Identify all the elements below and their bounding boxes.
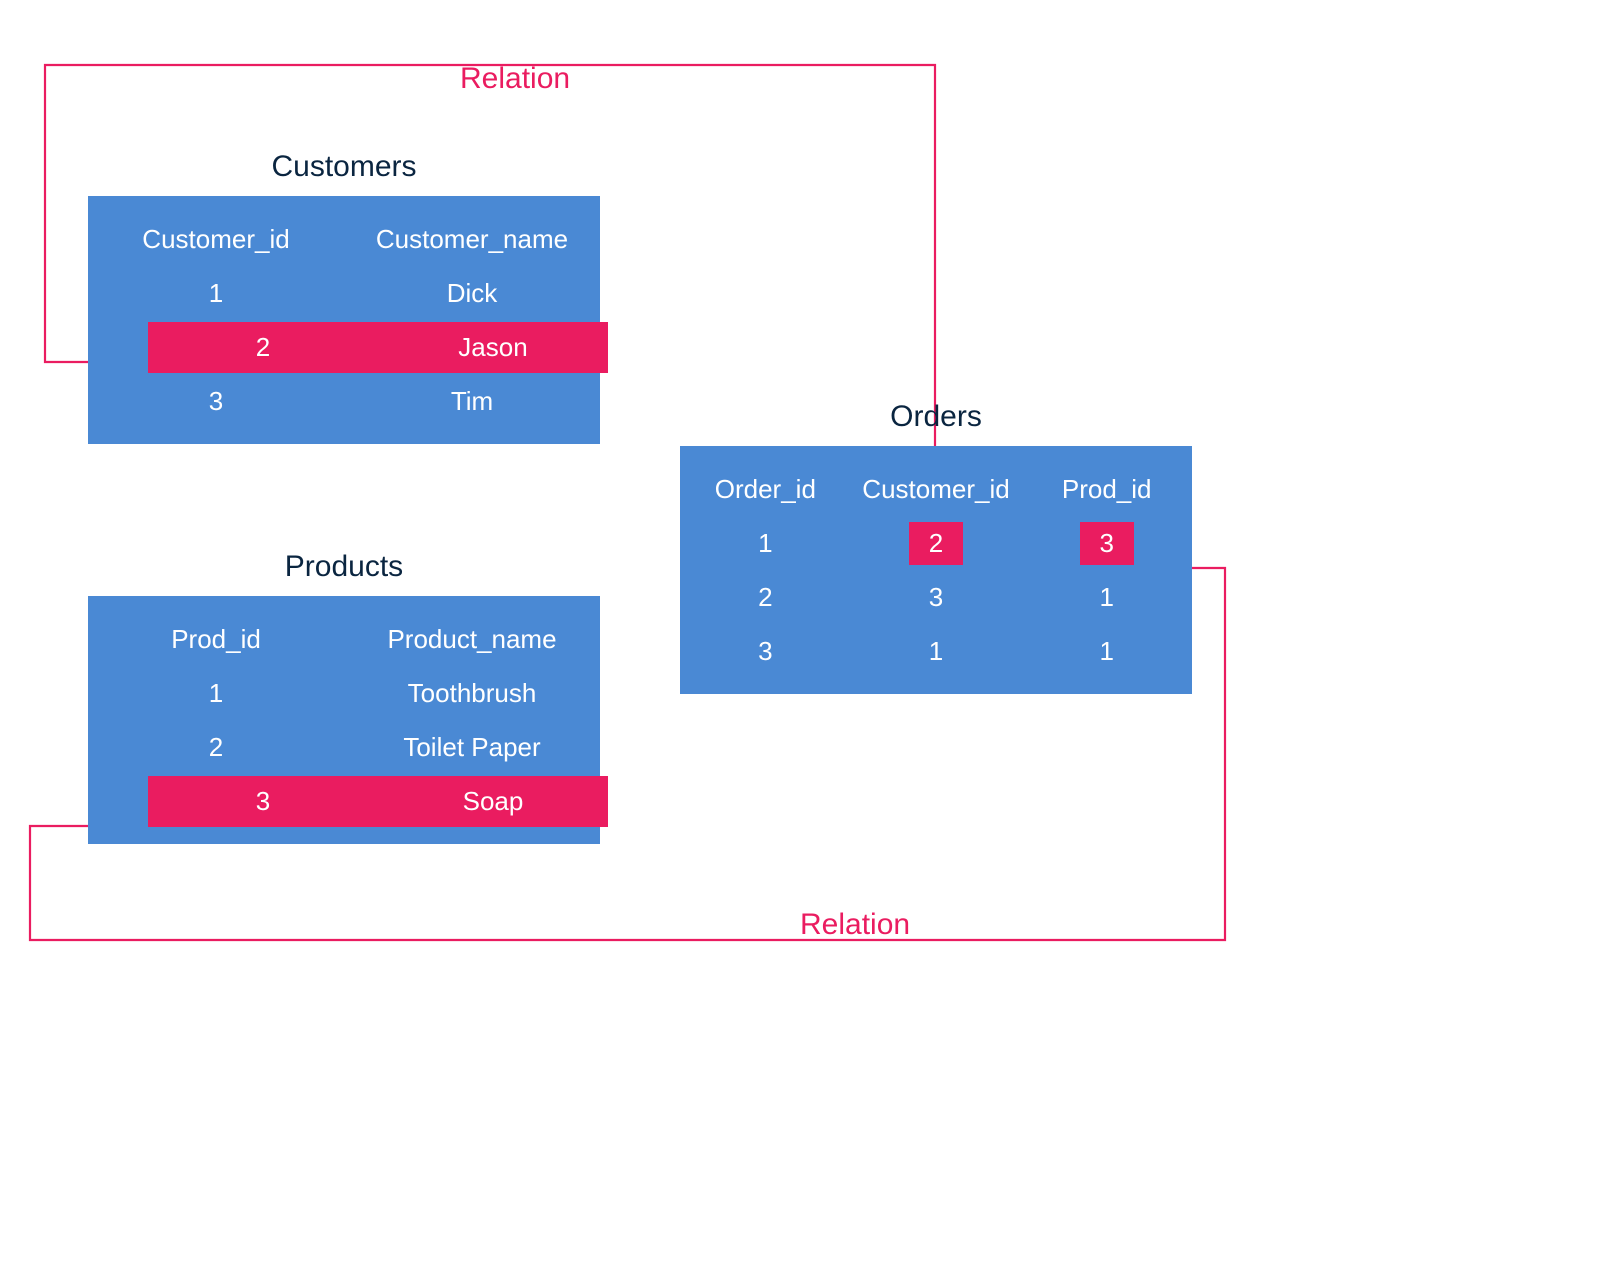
- col-header: Customer_id: [851, 474, 1022, 505]
- col-header: Order_id: [680, 474, 851, 505]
- col-header: Customer_name: [344, 224, 600, 255]
- products-table-wrap: Products Prod_id Product_name 1 Toothbru…: [88, 550, 600, 844]
- cell: 1: [680, 528, 851, 559]
- col-header: Product_name: [344, 624, 600, 655]
- relation-label-bottom: Relation: [800, 908, 910, 942]
- cell: 2: [88, 732, 344, 763]
- table-row-highlighted: 3 Soap: [148, 774, 608, 828]
- cell-highlighted: 2: [851, 522, 1022, 565]
- cell-highlighted: 3: [1021, 522, 1192, 565]
- cell: Toothbrush: [344, 678, 600, 709]
- orders-title: Orders: [680, 400, 1192, 434]
- products-header: Prod_id Product_name: [88, 612, 600, 666]
- cell: 3: [148, 776, 378, 827]
- products-table: Prod_id Product_name 1 Toothbrush 2 Toil…: [88, 596, 600, 844]
- table-row: 2 3 1: [680, 570, 1192, 624]
- cell: 3: [851, 582, 1022, 613]
- cell: 2: [148, 322, 378, 373]
- customers-title: Customers: [88, 150, 600, 184]
- cell: 2: [680, 582, 851, 613]
- col-header: Prod_id: [1021, 474, 1192, 505]
- cell: 1: [1021, 582, 1192, 613]
- table-row: 1 Toothbrush: [88, 666, 600, 720]
- cell: 1: [1021, 636, 1192, 667]
- col-header: Prod_id: [88, 624, 344, 655]
- table-row: 3 Tim: [88, 374, 600, 428]
- customers-table: Customer_id Customer_name 1 Dick 2 Jason…: [88, 196, 600, 444]
- products-title: Products: [88, 550, 600, 584]
- orders-table-wrap: Orders Order_id Customer_id Prod_id 1 2 …: [680, 400, 1192, 694]
- cell: 1: [88, 278, 344, 309]
- table-row: 3 1 1: [680, 624, 1192, 678]
- cell: 1: [88, 678, 344, 709]
- relational-diagram: Relation Relation Customers Customer_id …: [160, 180, 1440, 1100]
- cell: 3: [88, 386, 344, 417]
- customers-table-wrap: Customers Customer_id Customer_name 1 Di…: [88, 150, 600, 444]
- table-row-highlighted: 2 Jason: [148, 320, 608, 374]
- relation-label-top: Relation: [460, 62, 570, 96]
- cell: Dick: [344, 278, 600, 309]
- cell: Tim: [344, 386, 600, 417]
- table-row: 1 Dick: [88, 266, 600, 320]
- cell: Soap: [378, 776, 608, 827]
- cell: 1: [851, 636, 1022, 667]
- cell: Jason: [378, 322, 608, 373]
- table-row: 1 2 3: [680, 516, 1192, 570]
- cell: 3: [680, 636, 851, 667]
- orders-table: Order_id Customer_id Prod_id 1 2 3 2 3 1…: [680, 446, 1192, 694]
- table-row: 2 Toilet Paper: [88, 720, 600, 774]
- customers-header: Customer_id Customer_name: [88, 212, 600, 266]
- col-header: Customer_id: [88, 224, 344, 255]
- orders-header: Order_id Customer_id Prod_id: [680, 462, 1192, 516]
- cell: Toilet Paper: [344, 732, 600, 763]
